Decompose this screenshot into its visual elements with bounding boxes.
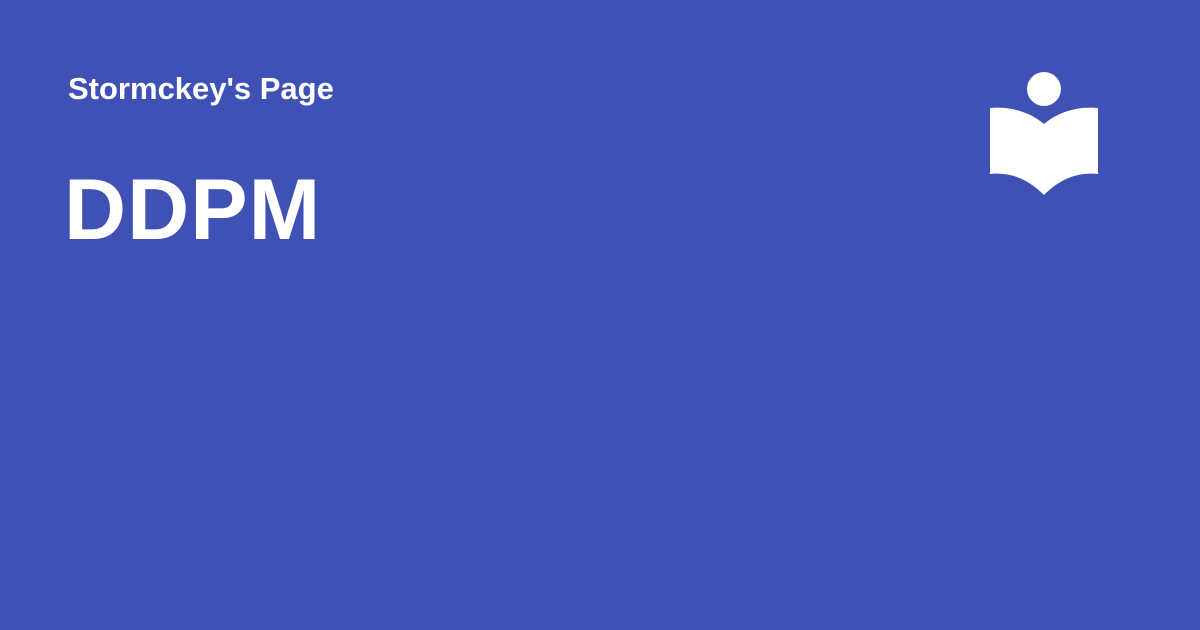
reader-book-icon: [988, 70, 1100, 198]
page-title: DDPM: [64, 162, 322, 258]
site-name: Stormckey's Page: [68, 71, 334, 106]
social-preview-card: Stormckey's Page DDPM: [0, 0, 1200, 630]
